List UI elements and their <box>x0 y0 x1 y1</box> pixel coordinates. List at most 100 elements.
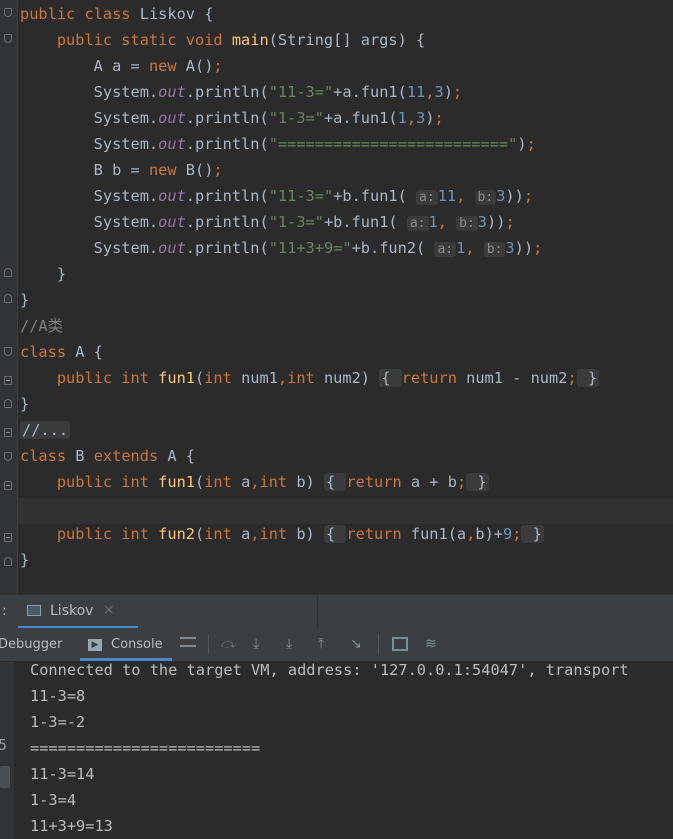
code-token: "11+3+9=" <box>268 239 352 257</box>
code-token: out <box>158 109 186 127</box>
code-token: public int <box>56 473 159 491</box>
code-line[interactable]: System.out.println("1-3="+a.fun1(1,3); <box>20 105 444 131</box>
tab-debugger[interactable]: Debugger <box>0 637 62 652</box>
code-token: ; <box>456 473 467 491</box>
code-token: .println( <box>185 83 269 101</box>
tab-console[interactable]: ▶ Console <box>80 628 172 661</box>
code-line[interactable]: public int fun1(int a,int b) { return a … <box>20 469 489 495</box>
expand-icon[interactable] <box>4 376 12 385</box>
fold-toggle-icon[interactable] <box>4 8 12 17</box>
console-line: 1-3=4 <box>30 791 77 809</box>
code-line[interactable]: } <box>20 261 66 287</box>
fold-toggle-icon[interactable] <box>4 294 12 303</box>
expand-icon[interactable] <box>4 533 12 542</box>
code-token: num2) <box>323 369 380 387</box>
evaluate-expression-icon[interactable] <box>392 637 408 651</box>
code-line[interactable]: public int fun2(int a,int b) { return fu… <box>20 521 544 547</box>
tool-window-header: : Liskov × <box>0 594 673 629</box>
code-token: fun2 <box>158 525 195 543</box>
fold-toggle-icon[interactable] <box>4 268 12 277</box>
code-line[interactable]: System.out.println("11+3+9="+b.fun2( a: 1… <box>20 235 542 261</box>
code-line[interactable]: } <box>20 287 29 313</box>
step-into-icon[interactable]: ⤓ <box>253 637 269 651</box>
code-token: out <box>158 83 186 101</box>
code-token: //A类 <box>20 317 63 335</box>
code-editor[interactable]: public class Liskov { public static void… <box>0 0 673 593</box>
code-token: , <box>250 525 260 543</box>
expand-icon[interactable] <box>4 428 12 437</box>
run-to-cursor-icon[interactable]: ↘ <box>350 637 366 651</box>
trace-icon[interactable]: ≋ <box>425 637 441 651</box>
run-tab-liskov[interactable]: Liskov × <box>18 595 318 629</box>
force-step-into-icon[interactable]: ⤓ <box>286 637 302 651</box>
code-token: .println( <box>185 135 269 153</box>
code-token: System. <box>20 83 159 101</box>
toolbar-separator <box>208 635 209 655</box>
threads-icon[interactable] <box>180 637 196 647</box>
code-token: , <box>406 109 417 127</box>
code-line[interactable]: B b = new B(); <box>20 157 223 183</box>
code-token: )) <box>505 187 524 205</box>
step-out-icon[interactable]: ⤒ <box>318 637 334 651</box>
fold-toggle-icon[interactable] <box>4 347 12 356</box>
code-line[interactable]: public int fun1(int num1,int num2) { ret… <box>20 365 600 391</box>
code-token: int <box>287 369 324 387</box>
code-token: ; <box>505 213 515 231</box>
code-line[interactable]: A a = new A(); <box>20 53 223 79</box>
fold-toggle-icon[interactable] <box>4 452 12 461</box>
code-token: int <box>259 473 297 491</box>
code-token: num1 - num2 <box>466 369 568 387</box>
parameter-hint: b: <box>483 242 506 257</box>
code-token: return <box>346 473 411 491</box>
code-token: .println( <box>185 187 269 205</box>
code-token: fun1(a <box>410 525 467 543</box>
code-line[interactable]: } <box>20 547 29 573</box>
console-line: 11+3+9=13 <box>30 817 113 835</box>
code-token: ; <box>452 83 463 101</box>
code-token: , <box>250 473 260 491</box>
fold-toggle-icon[interactable] <box>4 34 12 43</box>
code-line[interactable]: System.out.println("11-3="+a.fun1(11,3); <box>20 79 462 105</box>
code-line[interactable]: System.out.println("1-3="+b.fun1( a: 1, b… <box>20 209 515 235</box>
code-token: .println( <box>185 109 269 127</box>
code-line[interactable]: } <box>20 391 29 417</box>
code-token: a + b <box>410 473 457 491</box>
code-token: B() <box>185 161 214 179</box>
code-token: System. <box>20 213 159 231</box>
code-line[interactable]: class B extends A { <box>20 443 195 469</box>
soft-wrap-icon[interactable] <box>0 766 10 788</box>
parameter-hint: b: <box>474 190 497 205</box>
console-toolbar: Debugger ▶ Console ⤼ ⤓ ⤓ ⤒ ↘ ≋ <box>0 628 673 662</box>
code-token: B b = <box>20 161 149 179</box>
code-line[interactable]: public class Liskov { <box>20 1 213 27</box>
code-line[interactable]: //... <box>20 417 71 443</box>
step-over-icon[interactable]: ⤼ <box>221 637 237 651</box>
console-icon <box>27 605 41 616</box>
code-token: A { <box>167 447 196 465</box>
tab-console-label: Console <box>111 637 163 652</box>
console-line: 11-3=8 <box>30 687 86 705</box>
code-line[interactable]: //A类 <box>20 313 63 339</box>
code-token: ; <box>213 161 223 179</box>
code-token: fun1 <box>158 369 195 387</box>
code-token: , <box>466 525 476 543</box>
code-token: main <box>231 31 269 49</box>
code-token: .println( <box>185 239 269 257</box>
code-token: num1 <box>241 369 278 387</box>
code-line[interactable]: public static void main(String[] args) { <box>20 27 425 53</box>
code-token: B <box>75 447 94 465</box>
console-output[interactable]: 5 Connected to the target VM, address: '… <box>0 662 673 839</box>
code-token: ( <box>195 369 205 387</box>
code-line[interactable]: class A { <box>20 339 103 365</box>
code-token: public int <box>56 369 159 387</box>
code-token: , <box>437 213 457 231</box>
code-token: +b.fun1( <box>333 187 417 205</box>
code-line[interactable]: System.out.println("11-3="+b.fun1( a: 11,… <box>20 183 533 209</box>
fold-toggle-icon[interactable] <box>4 399 12 408</box>
console-arrow-icon: ▶ <box>88 639 102 651</box>
code-line[interactable]: System.out.println("====================… <box>20 131 536 157</box>
expand-icon[interactable] <box>4 481 12 490</box>
fold-toggle-icon[interactable] <box>4 557 12 566</box>
close-icon[interactable]: × <box>103 602 115 618</box>
